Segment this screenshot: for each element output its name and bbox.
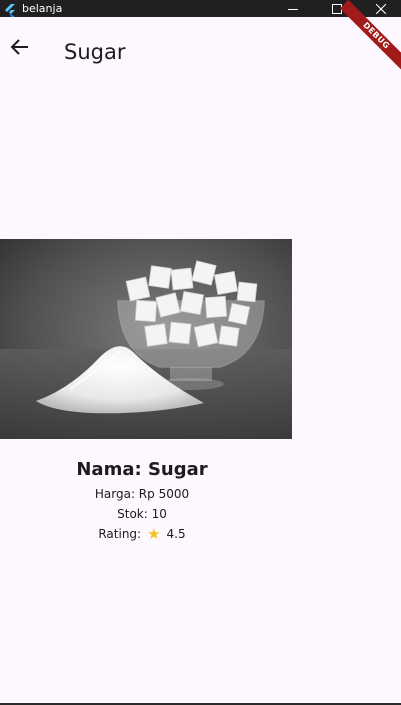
flutter-logo-icon: [4, 2, 16, 17]
minimize-button[interactable]: [270, 0, 316, 17]
app-bar: Sugar: [0, 17, 401, 89]
close-icon: [376, 3, 386, 14]
arrow-back-icon: [10, 39, 28, 55]
back-button[interactable]: [2, 29, 38, 65]
star-icon: ★: [147, 525, 161, 543]
minimize-icon: [288, 8, 298, 10]
close-button[interactable]: [358, 0, 401, 17]
page-title: Sugar: [64, 40, 126, 64]
product-image: [0, 239, 292, 439]
product-name: Nama: Sugar: [76, 459, 208, 480]
product-stock: Stok: 10: [117, 507, 167, 521]
sugar-photo: [0, 239, 292, 439]
rating-value: 4.5: [166, 527, 186, 541]
product-price: Harga: Rp 5000: [94, 487, 190, 501]
product-rating: Rating: ★ 4.5: [0, 524, 284, 544]
product-info: Nama: Sugar Harga: Rp 5000 Stok: 10 Rati…: [0, 456, 284, 544]
rating-label: Rating:: [98, 527, 142, 541]
window-title: belanja: [22, 2, 63, 15]
